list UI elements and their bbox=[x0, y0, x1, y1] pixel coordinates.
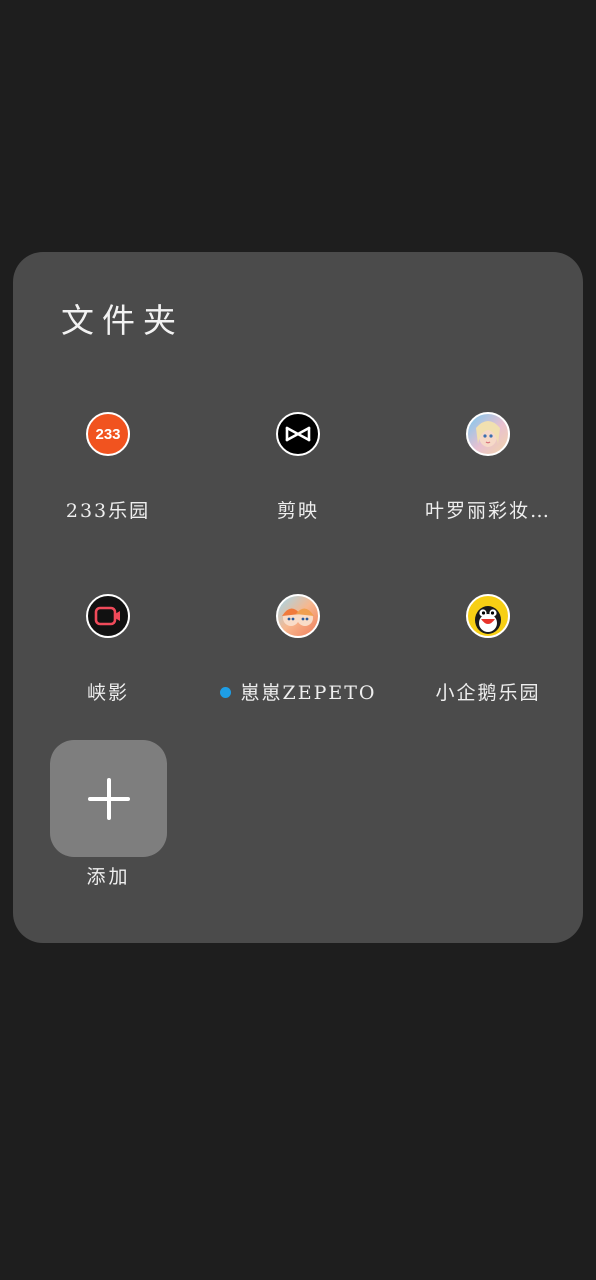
add-app-button[interactable] bbox=[50, 740, 167, 857]
folder-panel: 文件夹 233 233乐园 剪映 叶罗丽彩妆… 峡影 崽崽ZEPETO 小企鹅乐… bbox=[13, 252, 583, 943]
new-install-dot bbox=[219, 686, 231, 698]
zepeto-avatar-icon[interactable] bbox=[276, 594, 320, 638]
penguin-icon[interactable] bbox=[466, 594, 510, 638]
capcut-icon[interactable] bbox=[276, 412, 320, 456]
app-label: 崽崽ZEPETO bbox=[203, 678, 393, 705]
app-zepeto[interactable]: 崽崽ZEPETO bbox=[203, 594, 393, 724]
233-leyuan-icon[interactable]: 233 bbox=[86, 412, 130, 456]
app-label-text: 崽崽ZEPETO bbox=[240, 682, 377, 704]
app-xiaying[interactable]: 峡影 bbox=[13, 594, 203, 724]
233-badge-text: 233 bbox=[95, 425, 121, 443]
app-label: 峡影 bbox=[86, 682, 129, 704]
plus-icon bbox=[87, 777, 130, 820]
app-label: 剪映 bbox=[276, 500, 319, 522]
yeluoli-doll-icon[interactable] bbox=[466, 412, 510, 456]
app-jianying[interactable]: 剪映 bbox=[203, 412, 393, 542]
folder-title[interactable]: 文件夹 bbox=[61, 294, 184, 342]
app-label: 叶罗丽彩妆… bbox=[424, 500, 551, 522]
app-label: 小企鹅乐园 bbox=[435, 682, 541, 704]
app-xiaoqie[interactable]: 小企鹅乐园 bbox=[393, 594, 583, 724]
add-label: 添加 bbox=[86, 866, 131, 888]
app-yeluoli[interactable]: 叶罗丽彩妆… bbox=[393, 412, 583, 542]
app-label: 233乐园 bbox=[65, 500, 151, 522]
video-recorder-icon[interactable] bbox=[86, 594, 130, 638]
app-233-leyuan[interactable]: 233 233乐园 bbox=[13, 412, 203, 542]
